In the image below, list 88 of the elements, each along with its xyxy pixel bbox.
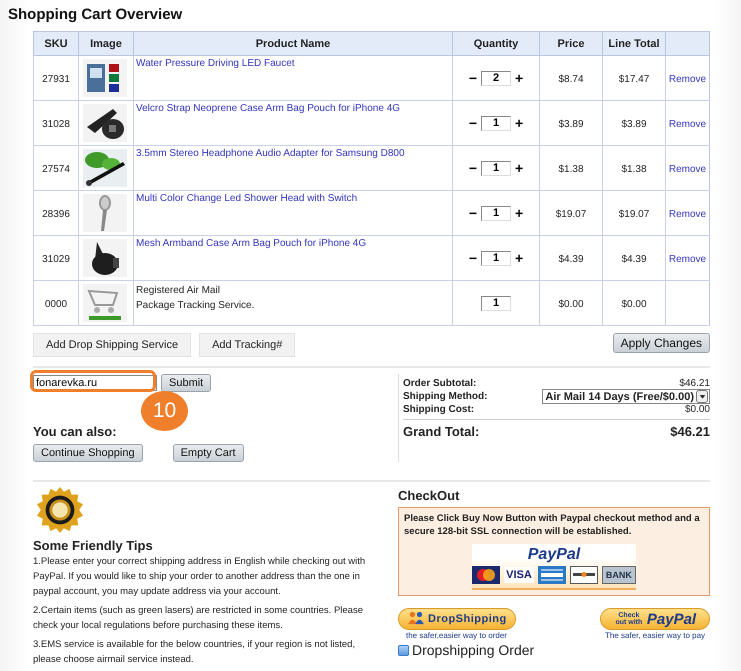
shipping-select[interactable]: Air Mail 14 Days (Free/$0.00) [542,389,710,404]
product-link[interactable]: 3.5mm Stereo Headphone Audio Adapter for Samsung D800 [136,148,405,159]
checkbox[interactable] [398,644,409,656]
page-title: Shopping Cart Overview [8,6,184,23]
product-link[interactable]: Velcro Strap Neoprene Case Arm Bag Pouch for iPhone 4G [136,103,400,114]
minus-button[interactable]: − [468,116,477,130]
remove-link[interactable]: Remove [668,74,706,85]
remove-link[interactable]: Remove [668,119,706,130]
table-cell: 0000 [34,280,78,326]
caret-icon [696,390,708,403]
table-cell: $19.07 [540,190,602,236]
dropshipping-button[interactable]: DropShipping [398,608,516,630]
tip-text: 2.Certain items (such as green lasers) are restricted in some countries. Please check your local regulations before purchasing these items. [33,604,364,633]
column-header: Product Name [134,32,452,56]
action-button[interactable]: Continue Shopping [33,444,143,462]
table-cell: 27574 [34,146,78,190]
table-cell: $1.38 [540,146,602,190]
quantity-field[interactable]: 1 [481,296,511,310]
card-icon [472,566,500,584]
action-button[interactable]: Empty Cart [172,444,244,462]
quantity-field[interactable]: 1 [481,160,511,176]
section-heading: Some Friendly Tips [33,538,154,553]
minus-button[interactable]: − [468,206,477,220]
summary-label: Shipping Cost: [403,404,474,415]
table-cell: $17.47 [602,56,666,100]
summary-label: Order Subtotal: [403,378,476,389]
column-header: SKU [34,32,78,56]
card-label: VISA [504,567,534,583]
quantity-field[interactable]: 1 [481,206,511,220]
summary-label: Grand Total: [403,424,480,439]
section-heading: CheckOut [398,488,460,503]
paypal-logo: PayPal [526,546,582,564]
checkbox-label: Dropshipping Order [412,642,534,658]
table-cell: 31028 [34,100,78,146]
checkout-notice: Please Click Buy Now Button with Paypal checkout method and a secure 128-bit SSL connection will be established. [404,512,701,538]
table-cell: $3.89 [540,100,602,146]
remove-link[interactable]: Remove [668,164,706,175]
table-cell: $19.07 [602,190,666,236]
minus-button[interactable]: − [468,161,477,175]
table-cell: $1.38 [602,146,666,190]
cart-button[interactable]: Add Drop Shipping Service [33,333,192,357]
table-cell: 28396 [34,190,78,236]
seal-icon [36,486,84,534]
column-header: Line Total [602,32,666,56]
summary-value: $46.21 [679,378,710,389]
plus-button[interactable]: + [515,251,524,265]
plus-button[interactable]: + [515,206,524,220]
summary-value: $0.00 [684,404,710,415]
button-caption: The safer, easier way to pay [604,631,706,640]
minus-button[interactable]: − [468,71,477,85]
submit-button[interactable]: Submit [161,374,212,392]
quantity-field[interactable]: 1 [481,116,511,130]
table-cell: $4.39 [540,236,602,280]
table-cell: 27931 [34,56,78,100]
plus-button[interactable]: + [515,161,524,175]
minus-button[interactable]: − [468,251,477,265]
quantity-field[interactable]: 1 [481,250,511,266]
table-cell: $8.74 [540,56,602,100]
step-badge: 10 [141,391,188,431]
product-link[interactable]: Mesh Armband Case Arm Bag Pouch for iPhone 4G [136,238,366,249]
product-name: Registered Air Mail [136,284,221,298]
summary-value: $46.21 [670,424,710,439]
tip-text: 1.Please enter your correct shipping address in English while checking out with PayPal. If you would like to ship your order to another address than the one in paypal account, you may update address via your account. [33,555,366,599]
table-cell: 31029 [34,236,78,280]
summary-label: Shipping Method: [403,391,488,402]
remove-link[interactable]: Remove [668,254,706,265]
table-cell: $4.39 [602,236,666,280]
card-icon [538,566,566,584]
table-cell: $0.00 [540,280,602,326]
card-icon [570,566,598,584]
button-caption: the safer,easier way to order [406,631,507,640]
plus-button[interactable]: + [515,71,524,85]
product-link[interactable]: Multi Color Change Led Shower Head with Switch [136,193,358,204]
table-cell: $3.89 [602,100,666,146]
column-header: Quantity [452,32,540,56]
table-cell: $0.00 [602,280,666,326]
quantity-field[interactable]: 2 [481,70,511,86]
card-label: BANK [602,566,636,584]
column-header: Image [78,32,134,56]
cart-button[interactable]: Add Tracking# [199,333,296,357]
apply-changes-button[interactable]: Apply Changes [612,333,710,353]
column-header: Price [540,32,602,56]
remove-link[interactable]: Remove [668,209,706,220]
product-detail: Package Tracking Service. [136,299,256,313]
product-link[interactable]: Water Pressure Driving LED Faucet [136,58,295,69]
section-heading: You can also: [33,424,118,439]
plus-button[interactable]: + [515,116,524,130]
tip-text: 3.EMS service is available for the below countries, if your region is not listed, please choose airmail service instead. [33,638,356,667]
